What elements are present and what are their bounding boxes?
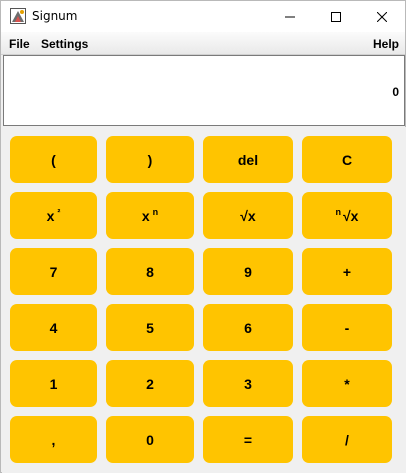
plus-button[interactable]: + xyxy=(302,248,392,295)
close-paren-button[interactable]: ) xyxy=(106,136,194,183)
power-button-exponent: n xyxy=(152,206,159,217)
nth-root-index: n xyxy=(335,206,342,217)
menu-help[interactable]: Help xyxy=(373,37,399,51)
digit-9-button[interactable]: 9 xyxy=(203,248,293,295)
close-button[interactable] xyxy=(359,1,405,32)
nth-root-body: √x xyxy=(343,207,359,224)
minimize-button[interactable] xyxy=(267,1,313,32)
digit-2-button[interactable]: 2 xyxy=(106,360,194,407)
keypad: ( ) del C x² xn √x n √x 7 8 9 + 4 5 6 - 1… xyxy=(2,127,406,473)
open-paren-button[interactable]: ( xyxy=(10,136,97,183)
calculator-window: Signum File Settings Help 0 ( ) del C x … xyxy=(0,0,406,473)
comma-button[interactable]: , xyxy=(10,416,97,463)
digit-4-button[interactable]: 4 xyxy=(10,304,97,351)
close-icon xyxy=(377,11,387,22)
digit-7-button[interactable]: 7 xyxy=(10,248,97,295)
multiply-button[interactable]: * xyxy=(302,360,392,407)
power-button[interactable]: xn xyxy=(106,192,194,239)
digit-6-button[interactable]: 6 xyxy=(203,304,293,351)
power-button-base: x xyxy=(141,207,150,224)
title-bar[interactable]: Signum xyxy=(1,1,405,32)
maximize-button[interactable] xyxy=(313,1,359,32)
digit-1-button[interactable]: 1 xyxy=(10,360,97,407)
window-title: Signum xyxy=(32,9,78,23)
divide-button[interactable]: / xyxy=(302,416,392,463)
delete-button[interactable]: del xyxy=(203,136,293,183)
nth-root-button[interactable]: n √x xyxy=(302,192,392,239)
equals-button[interactable]: = xyxy=(203,416,293,463)
square-button-exponent: ² xyxy=(57,206,61,217)
digit-0-button[interactable]: 0 xyxy=(106,416,194,463)
calculator-display: 0 xyxy=(3,55,405,126)
digit-5-button[interactable]: 5 xyxy=(106,304,194,351)
minimize-icon xyxy=(285,16,295,17)
square-button[interactable]: x² xyxy=(10,192,97,239)
app-logo-icon xyxy=(10,8,26,24)
maximize-icon xyxy=(331,11,341,22)
menu-file[interactable]: File xyxy=(9,37,30,51)
clear-button[interactable]: C xyxy=(302,136,392,183)
digit-8-button[interactable]: 8 xyxy=(106,248,194,295)
menu-bar: File Settings Help xyxy=(1,32,405,55)
display-value: 0 xyxy=(392,85,399,99)
menu-settings[interactable]: Settings xyxy=(41,37,88,51)
digit-3-button[interactable]: 3 xyxy=(203,360,293,407)
square-button-base: x xyxy=(46,207,55,224)
minus-button[interactable]: - xyxy=(302,304,392,351)
sqrt-button[interactable]: √x xyxy=(203,192,293,239)
